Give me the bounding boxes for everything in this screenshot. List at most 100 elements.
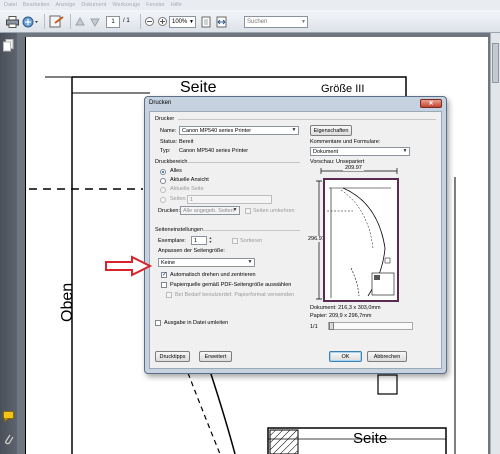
dialog-title: Drucken xyxy=(149,100,172,106)
print-tips-button[interactable]: Drucktipps xyxy=(155,351,190,362)
range-pages-label: Seiten xyxy=(170,196,186,202)
advanced-button[interactable]: Erweitert xyxy=(199,351,232,362)
page-number-input[interactable]: 1 xyxy=(106,16,120,28)
reverse-pages-checkbox[interactable] xyxy=(245,208,251,214)
chevron-down-icon: ▼ xyxy=(291,127,297,133)
navigation-panel xyxy=(0,33,17,454)
copies-spinner[interactable]: ▲ ▼ xyxy=(208,236,213,245)
document-label-seite-top: Seite xyxy=(180,79,217,96)
menu-tools[interactable]: Werkzeuge xyxy=(112,2,140,8)
zoom-out-icon[interactable] xyxy=(144,14,154,29)
close-icon: ✕ xyxy=(428,101,434,107)
pages-icon[interactable] xyxy=(3,39,14,54)
preview-width: 209.97 xyxy=(343,165,364,171)
range-pages-radio[interactable] xyxy=(160,197,166,203)
toolbar: 1 / 1 100% ▼ Suchen ▼ xyxy=(0,10,500,33)
print-subset-label: Drucken: xyxy=(158,208,181,214)
comments-forms-select[interactable]: Dokument ▼ xyxy=(310,147,410,156)
menu-help[interactable]: Hilfe xyxy=(171,2,182,8)
range-all-radio[interactable] xyxy=(160,169,166,175)
printer-section-title: Drucker xyxy=(155,116,175,122)
range-pages-input[interactable]: 1 xyxy=(187,195,272,204)
chevron-down-icon: ▼ xyxy=(232,207,238,213)
chevron-down-icon: ▼ xyxy=(402,148,408,154)
ok-button[interactable]: OK xyxy=(329,351,362,362)
menu-window[interactable]: Fenster xyxy=(146,2,165,8)
next-page-icon[interactable] xyxy=(89,14,101,29)
chevron-down-icon: ▼ xyxy=(189,19,194,25)
zoom-in-icon[interactable] xyxy=(157,14,167,29)
search-input[interactable]: Suchen ▼ xyxy=(244,16,308,28)
menu-document[interactable]: Dokument xyxy=(81,2,106,8)
collate-checkbox[interactable] xyxy=(232,238,238,244)
range-current-page-label: Aktuelle Seite xyxy=(170,186,204,192)
preview-page-slider[interactable] xyxy=(328,322,413,330)
fit-width-icon[interactable] xyxy=(215,14,227,29)
dialog-body: Drucker Name: Canon MP540 series Printer… xyxy=(149,111,442,369)
range-current-view-radio[interactable] xyxy=(160,178,166,184)
type-label: Typ: xyxy=(160,148,171,154)
scrollbar-thumb[interactable] xyxy=(492,43,499,83)
type-value: Canon MP540 series Printer xyxy=(179,148,249,154)
print-range-title: Druckbereich xyxy=(155,159,188,165)
fit-page-icon[interactable] xyxy=(200,14,212,29)
properties-button[interactable]: Eigenschaften xyxy=(310,125,352,136)
previous-page-icon[interactable] xyxy=(74,14,86,29)
copies-input[interactable]: 1 xyxy=(191,236,207,245)
page-total: / 1 xyxy=(123,18,130,24)
share-icon[interactable] xyxy=(22,14,40,29)
print-dialog: Drucken ✕ Drucker Name: Canon MP540 seri… xyxy=(144,96,447,374)
red-arrow-icon xyxy=(105,255,153,277)
down-arrow-icon: ▼ xyxy=(208,240,213,244)
print-subset-select[interactable]: Alle angegeb. Seiten ▼ xyxy=(180,206,240,215)
copies-label: Exemplare: xyxy=(158,238,186,244)
comments-icon[interactable] xyxy=(3,411,14,424)
comments-forms-value: Dokument xyxy=(313,148,339,155)
range-current-view-label: Aktuelle Ansicht xyxy=(170,177,209,183)
paper-source-checkbox[interactable] xyxy=(161,282,167,288)
attachment-icon[interactable] xyxy=(3,433,14,447)
comments-forms-label: Kommentare und Formulare: xyxy=(310,139,381,145)
printer-select[interactable]: Canon MP540 series Printer ▼ xyxy=(179,126,299,135)
custom-paper-label: Bei Bedarf benutzerdef. Papierformat ver… xyxy=(175,292,295,298)
chevron-down-icon: ▼ xyxy=(301,19,306,25)
page-indicator: 1/1 xyxy=(310,324,318,330)
menu-bar: Datei Bearbeiten Anzeige Dokument Werkze… xyxy=(0,0,500,10)
auto-rotate-checkbox[interactable]: ✓ xyxy=(161,272,167,278)
paper-size: Papier: 209,9 x 296,7mm xyxy=(310,313,372,319)
status-value: Bereit xyxy=(179,139,194,145)
search-placeholder: Suchen xyxy=(247,19,268,25)
collate-label: Sortieren xyxy=(240,238,263,244)
range-all-label: Alles xyxy=(170,168,182,174)
chevron-down-icon: ▼ xyxy=(247,259,253,265)
scaling-label: Anpassen der Seitengröße: xyxy=(158,248,225,254)
name-label: Name: xyxy=(160,128,177,134)
range-current-page-radio[interactable] xyxy=(160,187,166,193)
document-label-groesse: Größe III xyxy=(321,83,365,95)
printer-name: Canon MP540 series Printer xyxy=(182,127,252,134)
print-to-file-checkbox[interactable] xyxy=(155,320,161,326)
print-to-file-label: Ausgabe in Datei umleiten xyxy=(164,320,229,326)
document-size: Dokument: 216,3 x 303,0mm xyxy=(310,305,381,311)
print-subset-value: Alle angegeb. Seiten xyxy=(183,207,234,214)
custom-paper-checkbox[interactable] xyxy=(166,292,172,298)
zoom-select[interactable]: 100% ▼ xyxy=(169,16,196,28)
scaling-value: Keine xyxy=(161,259,176,266)
menu-file[interactable]: Datei xyxy=(4,2,17,8)
slider-thumb[interactable] xyxy=(329,322,334,330)
close-button[interactable]: ✕ xyxy=(420,99,442,108)
sign-icon[interactable] xyxy=(49,14,65,29)
menu-edit[interactable]: Bearbeiten xyxy=(23,2,50,8)
document-label-oben: Oben xyxy=(59,282,76,322)
print-icon[interactable] xyxy=(5,14,19,29)
reverse-pages-label: Seiten umkehren xyxy=(253,208,295,214)
page-settings-title: Seiteneinstellungen xyxy=(155,227,204,233)
paper-source-label: Papierquelle gemäß PDF-Seitengröße auswä… xyxy=(170,282,292,288)
scaling-select[interactable]: Keine ▼ xyxy=(158,258,255,267)
cancel-button[interactable]: Abbrechen xyxy=(367,351,407,362)
status-label: Status: xyxy=(160,139,178,145)
vertical-scrollbar[interactable] xyxy=(490,33,500,454)
document-label-seite-bottom: Seite xyxy=(353,430,388,447)
menu-view[interactable]: Anzeige xyxy=(55,2,75,8)
preview-thumbnail xyxy=(323,178,399,302)
